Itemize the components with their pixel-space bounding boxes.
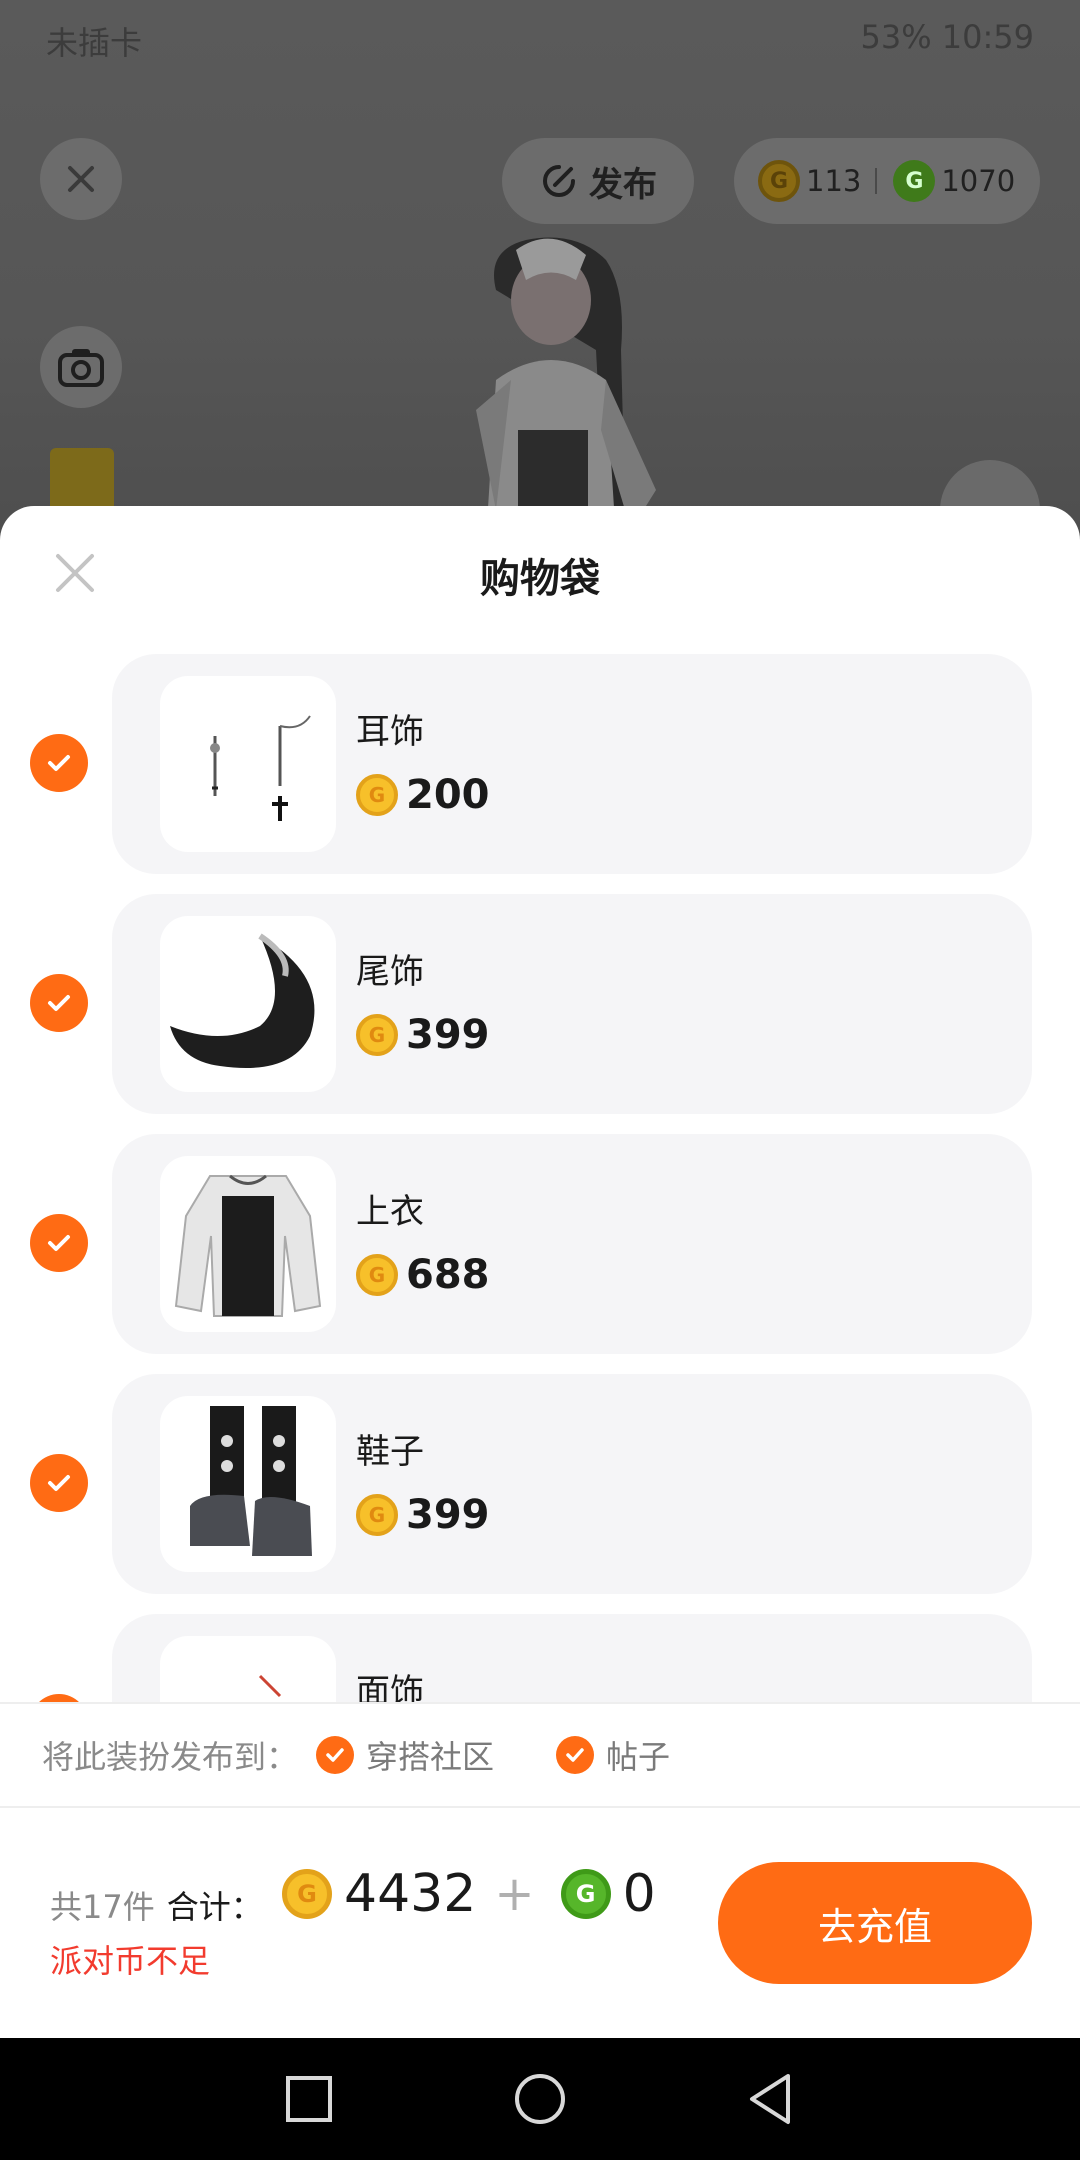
item-checkbox[interactable]	[30, 974, 88, 1032]
earring-thumbnail	[160, 676, 336, 852]
total-amount: G 4432 + G 0	[282, 1864, 656, 1924]
publish-label: 发布	[589, 164, 657, 205]
gold-coin-icon: G	[758, 160, 800, 202]
publish-option-label: 帖子	[606, 1738, 671, 1776]
item-checkbox[interactable]	[30, 1454, 88, 1512]
camera-icon	[58, 349, 104, 387]
recharge-button[interactable]: 去充值	[718, 1862, 1032, 1984]
status-right-text: 53% 10:59	[860, 18, 1034, 56]
item-price-value: 399	[406, 1012, 490, 1058]
item-price-value: 688	[406, 1252, 490, 1298]
green-coin-icon: G	[560, 1869, 611, 1919]
list-item[interactable]: 耳饰 G 200	[0, 654, 1080, 894]
option-checkbox[interactable]	[316, 1736, 355, 1774]
sheet-header: 购物袋	[0, 506, 1080, 636]
coin-divider	[875, 168, 878, 194]
close-icon	[68, 166, 94, 192]
item-card[interactable]: 鞋子 G 399	[112, 1374, 1032, 1594]
option-checkbox[interactable]	[556, 1736, 595, 1774]
checkmark-icon	[326, 1748, 344, 1762]
top-thumbnail	[160, 1156, 336, 1332]
gold-coin-balance: 113	[806, 164, 862, 198]
item-checkbox[interactable]	[30, 1214, 88, 1272]
plus-sign: +	[494, 1866, 535, 1922]
close-editor-button[interactable]	[40, 138, 122, 220]
item-price-value: 399	[406, 1492, 490, 1538]
face-accessory-thumbnail	[160, 1636, 336, 1704]
tail-thumbnail	[160, 916, 336, 1092]
avatar-scene-background: 未插卡 53% 10:59 发布 G 113 G 1070	[0, 0, 1080, 560]
publish-button[interactable]: 发布	[502, 138, 694, 224]
checkout-bar: 共17件 合计： G 4432 + G 0 派对币不足 去充值	[0, 1808, 1080, 2038]
checkmark-icon	[48, 1235, 70, 1251]
item-price: G 399	[356, 1492, 490, 1538]
publish-option-label: 穿搭社区	[366, 1738, 495, 1776]
item-price: G 399	[356, 1012, 490, 1058]
publish-prefix-label: 将此装扮发布到：	[42, 1738, 299, 1776]
publish-target-bar: 将此装扮发布到： 穿搭社区 帖子	[0, 1702, 1080, 1808]
gold-coin-icon: G	[282, 1869, 332, 1919]
publish-icon	[543, 165, 575, 197]
gold-coin-icon: G	[356, 1014, 398, 1056]
checkmark-icon	[48, 1475, 70, 1491]
item-card[interactable]: 耳饰 G 200	[112, 654, 1032, 874]
count-line: 共17件 合计：	[50, 1882, 263, 1928]
checkmark-icon	[48, 755, 70, 771]
camera-button[interactable]	[40, 326, 122, 408]
item-name: 鞋子	[356, 1432, 424, 1472]
item-name: 耳饰	[356, 712, 424, 752]
item-name: 尾饰	[356, 952, 424, 992]
green-coin-icon: G	[893, 160, 936, 202]
cart-item-list[interactable]: 耳饰 G 200 尾饰 G 399 上衣 G 688 鞋子 G 399 面饰	[0, 654, 1080, 1704]
list-item[interactable]: 上衣 G 688	[0, 1134, 1080, 1374]
status-bar: 未插卡 53% 10:59	[0, 0, 1080, 80]
list-item[interactable]: 面饰	[0, 1614, 1080, 1704]
sheet-title: 购物袋	[480, 556, 600, 602]
total-label: 合计：	[166, 1888, 263, 1926]
item-price: G 200	[356, 772, 490, 818]
item-name: 上衣	[356, 1192, 424, 1232]
checkmark-icon	[48, 995, 70, 1011]
item-checkbox[interactable]	[30, 734, 88, 792]
item-card[interactable]: 面饰	[112, 1614, 1032, 1704]
gold-coin-icon: G	[356, 1494, 398, 1536]
item-card[interactable]: 尾饰 G 399	[112, 894, 1032, 1114]
gold-coin-icon: G	[356, 774, 398, 816]
insufficient-coins-warning: 派对币不足	[50, 1942, 211, 1980]
publish-option-post[interactable]: 帖子	[556, 1732, 670, 1778]
green-total: 0	[622, 1864, 656, 1924]
list-item[interactable]: 尾饰 G 399	[0, 894, 1080, 1134]
gold-total: 4432	[344, 1864, 477, 1924]
item-card[interactable]: 上衣 G 688	[112, 1134, 1032, 1354]
item-name: 面饰	[356, 1672, 424, 1704]
gold-coin-icon: G	[356, 1254, 398, 1296]
shopping-bag-sheet: 购物袋 耳饰 G 200 尾饰 G 399 上衣 G 688 鞋子 G 399 …	[0, 506, 1080, 2038]
list-item[interactable]: 鞋子 G 399	[0, 1374, 1080, 1614]
home-icon[interactable]	[509, 2068, 571, 2130]
item-price-value: 200	[406, 772, 490, 818]
avatar-model	[476, 237, 656, 540]
carrier-text: 未插卡	[46, 24, 143, 62]
back-icon[interactable]	[740, 2068, 802, 2130]
item-count: 共17件	[50, 1888, 155, 1926]
checkmark-icon	[566, 1748, 584, 1762]
system-navigation-bar	[0, 2038, 1080, 2160]
publish-option-community[interactable]: 穿搭社区	[316, 1732, 494, 1778]
green-coin-balance: 1070	[941, 164, 1016, 198]
shoes-thumbnail	[160, 1396, 336, 1572]
recent-apps-icon[interactable]	[278, 2068, 340, 2130]
item-price: G 688	[356, 1252, 490, 1298]
coin-balance-pill[interactable]: G 113 G 1070	[734, 138, 1040, 224]
